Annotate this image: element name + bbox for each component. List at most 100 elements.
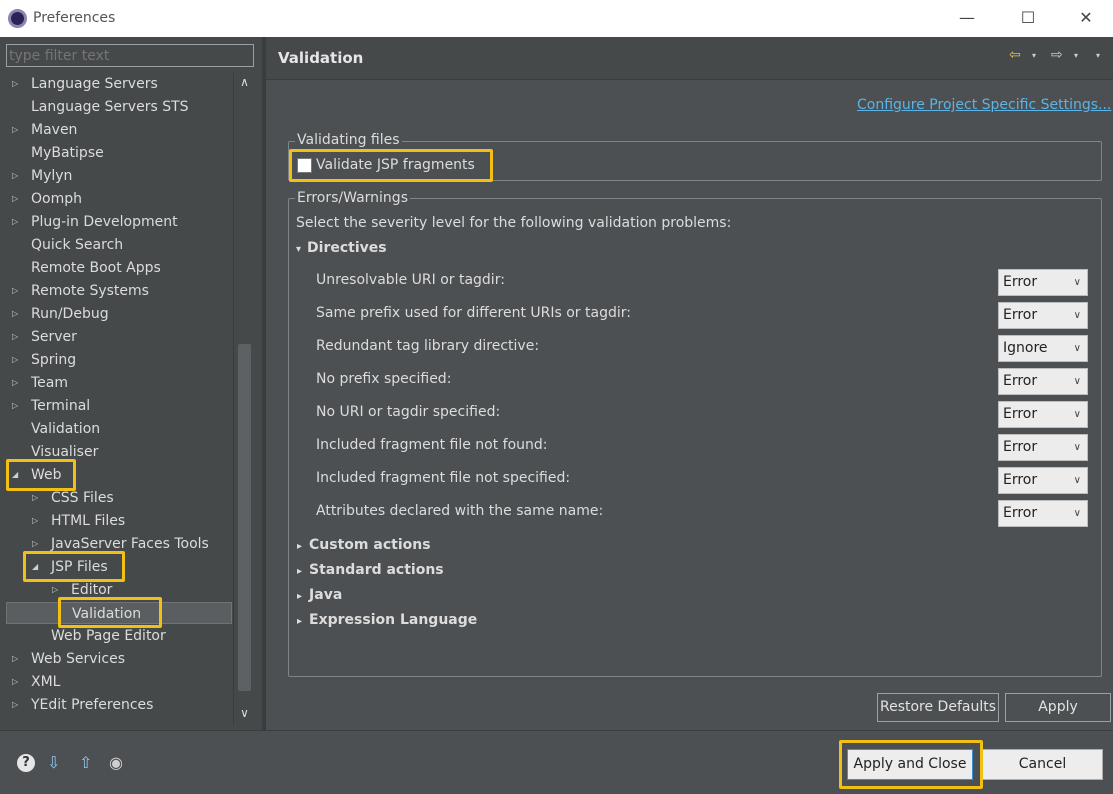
- scroll-up-icon[interactable]: ∧: [237, 75, 252, 90]
- collapsed-twisty-icon[interactable]: ▷: [12, 303, 18, 325]
- close-button[interactable]: ✕: [1072, 6, 1100, 30]
- severity-value: Error: [1003, 373, 1038, 389]
- preferences-tree-pane: ▷ Language Servers Language Servers STS ▷ Ma…: [0, 37, 262, 730]
- severity-select[interactable]: Error ∨: [998, 368, 1088, 395]
- oomph-icon[interactable]: ◉: [109, 753, 123, 772]
- severity-select[interactable]: Error ∨: [998, 434, 1088, 461]
- section-label: Expression Language: [309, 612, 478, 628]
- severity-select[interactable]: Error ∨: [998, 269, 1088, 296]
- collapsed-twisty-icon: ▸: [297, 591, 303, 602]
- tree-item-label: Run/Debug: [31, 306, 109, 322]
- tree-item-label: YEdit Preferences: [31, 697, 154, 713]
- collapsed-section[interactable]: ▸ Java: [297, 587, 342, 603]
- back-arrow-icon[interactable]: ⇦: [1009, 47, 1021, 63]
- severity-select[interactable]: Ignore ∨: [998, 335, 1088, 362]
- collapsed-twisty-icon[interactable]: ▷: [12, 188, 18, 210]
- severity-value: Error: [1003, 406, 1038, 422]
- directive-label: No URI or tagdir specified:: [316, 404, 501, 420]
- tree-item-label: MyBatipse: [31, 145, 104, 161]
- tree-item[interactable]: ▷ Remote Systems: [6, 280, 232, 302]
- scroll-thumb[interactable]: [238, 344, 251, 691]
- tree-item[interactable]: ▷ Mylyn: [6, 165, 232, 187]
- apply-button[interactable]: Apply: [1005, 693, 1111, 722]
- chevron-down-icon: ∨: [1073, 508, 1081, 519]
- tree-item[interactable]: ▷ Spring: [6, 349, 232, 371]
- collapsed-twisty-icon: ▸: [297, 616, 303, 627]
- collapsed-section[interactable]: ▸ Custom actions: [297, 537, 431, 553]
- tree-item[interactable]: ▷ Oomph: [6, 188, 232, 210]
- tree-item[interactable]: ▷ Web Services: [6, 648, 232, 670]
- severity-select[interactable]: Error ∨: [998, 500, 1088, 527]
- tree-item[interactable]: ▷ Plug-in Development: [6, 211, 232, 233]
- highlight-web: [6, 459, 76, 491]
- collapsed-twisty-icon[interactable]: ▷: [12, 211, 18, 233]
- chevron-down-icon: ∨: [1073, 343, 1081, 354]
- collapsed-twisty-icon[interactable]: ▷: [32, 510, 38, 532]
- highlight-jsp-files: [23, 551, 125, 582]
- collapsed-twisty-icon[interactable]: ▷: [12, 73, 18, 95]
- tree-item[interactable]: ▷ YEdit Preferences: [6, 694, 232, 716]
- tree-item[interactable]: Web Page Editor: [6, 625, 232, 647]
- page-header: Validation ⇦ ▾ ⇨ ▾ ▾: [266, 37, 1113, 80]
- tree-item-label: Oomph: [31, 191, 82, 207]
- tree-item-label: Terminal: [31, 398, 91, 414]
- collapsed-twisty-icon[interactable]: ▷: [12, 326, 18, 348]
- tree-item[interactable]: Remote Boot Apps: [6, 257, 232, 279]
- directive-label: Unresolvable URI or tagdir:: [316, 272, 505, 288]
- tree-item[interactable]: ▷ Language Servers: [6, 73, 232, 95]
- expand-twisty-icon: ▾: [296, 244, 302, 255]
- tree-item[interactable]: Quick Search: [6, 234, 232, 256]
- collapsed-section[interactable]: ▸ Expression Language: [297, 612, 477, 628]
- collapsed-twisty-icon[interactable]: ▷: [12, 119, 18, 141]
- severity-select[interactable]: Error ∨: [998, 401, 1088, 428]
- collapsed-twisty-icon[interactable]: ▷: [12, 648, 18, 670]
- collapsed-twisty-icon[interactable]: ▷: [12, 165, 18, 187]
- severity-select[interactable]: Error ∨: [998, 467, 1088, 494]
- severity-value: Ignore: [1003, 340, 1048, 356]
- maximize-button[interactable]: ☐: [1014, 6, 1042, 30]
- scroll-down-icon[interactable]: ∨: [237, 706, 252, 721]
- collapsed-twisty-icon[interactable]: ▷: [12, 349, 18, 371]
- chevron-down-icon: ∨: [1073, 376, 1081, 387]
- collapsed-twisty-icon[interactable]: ▷: [12, 671, 18, 693]
- tree-item[interactable]: ▷ Run/Debug: [6, 303, 232, 325]
- tree-item[interactable]: ▷ Terminal: [6, 395, 232, 417]
- eclipse-icon: [8, 9, 27, 28]
- cancel-button[interactable]: Cancel: [982, 749, 1103, 780]
- back-menu-icon[interactable]: ▾: [1032, 51, 1036, 60]
- filter-input[interactable]: [6, 44, 254, 67]
- collapsed-twisty-icon[interactable]: ▷: [12, 395, 18, 417]
- tree-item[interactable]: Validation: [6, 418, 232, 440]
- tree-item[interactable]: ▷ Maven: [6, 119, 232, 141]
- tree-item[interactable]: Language Servers STS: [6, 96, 232, 118]
- tree-item-label: XML: [31, 674, 61, 690]
- collapsed-twisty-icon[interactable]: ▷: [12, 280, 18, 302]
- tree-item[interactable]: ▷ HTML Files: [6, 510, 232, 532]
- tree-item-label: Quick Search: [31, 237, 124, 253]
- tree-item[interactable]: MyBatipse: [6, 142, 232, 164]
- tree-item[interactable]: ▷ XML: [6, 671, 232, 693]
- configure-project-settings-link[interactable]: Configure Project Specific Settings...: [857, 97, 1111, 113]
- forward-arrow-icon[interactable]: ⇨: [1051, 47, 1063, 63]
- tree-item[interactable]: ▷ Server: [6, 326, 232, 348]
- severity-select[interactable]: Error ∨: [998, 302, 1088, 329]
- minimize-button[interactable]: —: [953, 6, 981, 30]
- forward-menu-icon[interactable]: ▾: [1074, 51, 1078, 60]
- collapsed-twisty-icon[interactable]: ▷: [12, 694, 18, 716]
- chevron-down-icon: ∨: [1073, 409, 1081, 420]
- collapsed-section[interactable]: ▸ Standard actions: [297, 562, 444, 578]
- chevron-down-icon: ∨: [1073, 277, 1081, 288]
- directives-section[interactable]: ▾ Directives: [296, 240, 387, 256]
- highlight-apply-and-close: [839, 740, 983, 789]
- restore-defaults-button[interactable]: Restore Defaults: [877, 693, 999, 722]
- tree-item-label: Server: [31, 329, 77, 345]
- collapsed-twisty-icon[interactable]: ▷: [12, 372, 18, 394]
- tree-scrollbar[interactable]: ∧ ∨: [233, 73, 254, 725]
- help-icon[interactable]: ?: [17, 754, 35, 772]
- view-menu-icon[interactable]: ▾: [1096, 51, 1100, 60]
- tree-item[interactable]: ▷ Team: [6, 372, 232, 394]
- export-icon[interactable]: ⇧: [79, 753, 92, 772]
- import-icon[interactable]: ⇩: [47, 753, 60, 772]
- title-bar: Preferences — ☐ ✕: [0, 0, 1113, 37]
- highlight-validation: [58, 597, 162, 628]
